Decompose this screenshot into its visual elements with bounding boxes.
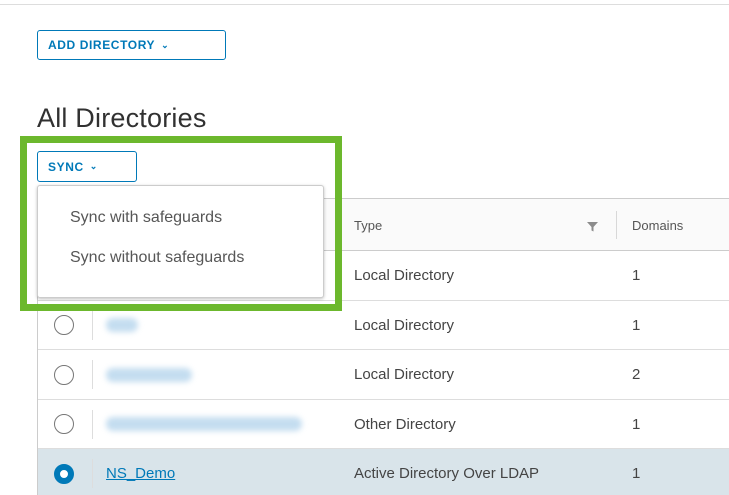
row-name-cell[interactable]: NS_Demo xyxy=(106,449,326,495)
column-domains-label: Domains xyxy=(632,217,684,233)
row-name-redacted[interactable] xyxy=(106,350,326,399)
sync-dropdown-menu: Sync with safeguards Sync without safegu… xyxy=(37,185,324,298)
menu-item-sync-with-safeguards[interactable]: Sync with safeguards xyxy=(38,198,323,238)
menu-item-sync-without-safeguards[interactable]: Sync without safeguards xyxy=(38,238,323,278)
chevron-down-icon: ⌄ xyxy=(89,161,98,171)
redacted-text xyxy=(106,318,138,332)
table-row[interactable]: Local Directory 2 xyxy=(38,350,729,400)
row-type: Local Directory xyxy=(354,267,455,284)
row-separator xyxy=(92,310,93,340)
row-domains: 1 xyxy=(632,415,641,433)
page-title: All Directories xyxy=(37,103,207,133)
column-header-domains[interactable]: Domains xyxy=(632,199,683,251)
table-row[interactable]: Local Directory 1 xyxy=(38,300,729,350)
chevron-down-icon: ⌄ xyxy=(161,39,170,50)
add-directory-label: ADD DIRECTORY xyxy=(48,38,156,52)
row-type: Local Directory xyxy=(354,366,455,383)
sync-button[interactable]: SYNC ⌄ xyxy=(37,151,137,182)
row-radio[interactable] xyxy=(54,364,74,385)
column-separator[interactable] xyxy=(616,211,617,239)
row-name-redacted[interactable] xyxy=(106,400,326,449)
row-radio-selected[interactable] xyxy=(54,463,74,484)
row-domains: 1 xyxy=(632,316,641,334)
top-divider xyxy=(0,4,729,5)
row-radio-cell[interactable] xyxy=(52,400,76,449)
row-radio-cell[interactable] xyxy=(52,350,76,399)
redacted-text xyxy=(106,417,302,431)
column-type-label: Type xyxy=(354,217,383,233)
sync-label: SYNC xyxy=(48,159,84,174)
row-radio[interactable] xyxy=(54,414,74,434)
column-header-type[interactable]: Type xyxy=(354,199,616,251)
filter-icon[interactable] xyxy=(587,221,598,232)
redacted-text xyxy=(106,367,192,382)
row-separator xyxy=(92,409,93,439)
row-name-redacted[interactable] xyxy=(106,301,326,350)
row-domains: 1 xyxy=(632,267,641,284)
row-radio-cell[interactable] xyxy=(52,301,76,350)
row-domains: 1 xyxy=(632,465,641,482)
directory-link[interactable]: NS_Demo xyxy=(106,465,175,482)
add-directory-button[interactable]: ADD DIRECTORY ⌄ xyxy=(37,30,226,60)
row-type: Local Directory xyxy=(354,316,455,334)
row-separator xyxy=(92,459,93,488)
row-radio[interactable] xyxy=(54,315,74,335)
row-type: Other Directory xyxy=(354,415,456,433)
table-row[interactable]: Other Directory 1 xyxy=(38,399,729,449)
row-radio-cell[interactable] xyxy=(52,449,76,495)
row-type: Active Directory Over LDAP xyxy=(354,465,540,482)
row-domains: 2 xyxy=(632,366,641,383)
row-separator xyxy=(92,360,93,389)
table-row-selected[interactable]: NS_Demo Active Directory Over LDAP 1 xyxy=(38,449,729,495)
